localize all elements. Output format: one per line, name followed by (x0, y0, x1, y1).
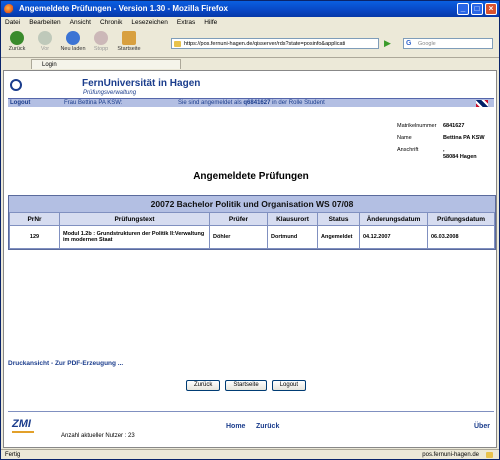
english-flag-icon[interactable] (476, 100, 488, 107)
zmi-logo: ZMI (12, 418, 31, 430)
user-name: Frau Bettina PA KSW: (64, 100, 123, 106)
table-row: 129 Modul 1.2b : Grundstrukturen der Pol… (9, 225, 495, 249)
browser-window: Angemeldete Prüfungen - Version 1.30 - M… (0, 0, 500, 460)
search-input[interactable]: G Google (403, 38, 493, 49)
close-button[interactable]: × (485, 3, 497, 15)
lock-icon (174, 41, 181, 47)
footer-divider (8, 411, 494, 412)
page-title: Angemeldete Prüfungen (193, 171, 309, 182)
footer-back-link[interactable]: Zurück (256, 423, 279, 430)
forward-arrow-icon (38, 31, 52, 45)
menu-ansicht[interactable]: Ansicht (70, 17, 91, 28)
status-text: Fertig (5, 452, 21, 458)
status-bar: Fertig pos.fernuni-hagen.de (1, 449, 499, 460)
cell-status: Angemeldet (317, 225, 360, 249)
col-klausurort: Klausurort (267, 212, 318, 226)
address-bar[interactable]: https://pos.fernuni-hagen.de/qisserver/r… (171, 38, 379, 49)
col-aenderungsdatum: Änderungsdatum (359, 212, 428, 226)
menu-lesezeichen[interactable]: Lesezeichen (131, 17, 168, 28)
home-button[interactable]: Startseite (116, 29, 142, 52)
user-bar: Logout Frau Bettina PA KSW: Sie sind ang… (8, 98, 494, 107)
menu-chronik[interactable]: Chronik (100, 17, 122, 28)
menu-bearbeiten[interactable]: Bearbeiten (29, 17, 60, 28)
home-icon (122, 31, 136, 45)
cell-prnr: 129 (9, 225, 60, 249)
cell-klausurort: Dortmund (267, 225, 318, 249)
maximize-button[interactable]: □ (471, 3, 483, 15)
button-row: Zurück Startseite Logout (186, 380, 307, 391)
window-title: Angemeldete Prüfungen - Version 1.30 - M… (19, 4, 228, 13)
cell-pruefer: Döhler (209, 225, 268, 249)
cell-pruefungsdatum: 06.03.2008 (427, 225, 495, 249)
menu-extras[interactable]: Extras (177, 17, 195, 28)
cell-aenderungsdatum: 04.12.2007 (359, 225, 428, 249)
forward-button[interactable]: Vor (32, 29, 58, 52)
zmi-logo-underline (12, 431, 34, 433)
page-content: FernUniversität in Hagen Prüfungsverwalt… (3, 70, 497, 448)
col-status: Status (317, 212, 360, 226)
google-icon: G (406, 40, 412, 47)
stop-icon (94, 31, 108, 45)
col-pruefungsdatum: Prüfungsdatum (427, 212, 495, 226)
site-title: FernUniversität in Hagen (82, 78, 201, 89)
student-info: Matrikelnummer 6841627 Name Bettina PA KSW… (397, 123, 485, 160)
exam-table: 20072 Bachelor Politik und Organisation … (8, 195, 496, 250)
table-caption: 20072 Bachelor Politik und Organisation … (9, 196, 495, 212)
print-view-link[interactable]: Druckansicht - Zur PDF-Erzeugung ... (8, 360, 123, 367)
col-pruefungstext: Prüfungstext (59, 212, 210, 226)
secure-lock-icon (486, 452, 493, 458)
reload-button[interactable]: Neu laden (60, 29, 86, 52)
cell-pruefungstext: Modul 1.2b : Grundstrukturen der Politik… (59, 225, 210, 249)
status-host: pos.fernuni-hagen.de (422, 452, 479, 458)
footer-home-link[interactable]: Home (226, 423, 245, 430)
stop-button[interactable]: Stopp (88, 29, 114, 52)
menu-bar: Datei Bearbeiten Ansicht Chronik Lesezei… (1, 17, 499, 28)
back-page-button[interactable]: Zurück (186, 380, 221, 391)
fernuni-logo-icon (10, 79, 22, 91)
logout-button[interactable]: Logout (271, 380, 307, 391)
startpage-button[interactable]: Startseite (225, 380, 267, 391)
col-pruefer: Prüfer (209, 212, 268, 226)
tab-login[interactable]: Login (31, 59, 181, 69)
menu-datei[interactable]: Datei (5, 17, 20, 28)
reload-icon (66, 31, 80, 45)
tab-bar: Login (1, 57, 499, 69)
back-arrow-icon (10, 31, 24, 45)
title-bar: Angemeldete Prüfungen - Version 1.30 - M… (1, 1, 499, 17)
col-prnr: PrNr (9, 212, 60, 226)
back-button[interactable]: Zurück (4, 29, 30, 52)
logout-link[interactable]: Logout (10, 99, 30, 107)
user-count: Anzahl aktueller Nutzer : 23 (61, 433, 135, 439)
site-subtitle: Prüfungsverwaltung (83, 90, 137, 96)
minimize-button[interactable]: _ (457, 3, 469, 15)
go-icon[interactable]: ▶ (384, 38, 394, 49)
footer-about-link[interactable]: Über (474, 423, 490, 430)
firefox-icon (4, 4, 14, 14)
login-status: Sie sind angemeldet als q6841627 in der … (178, 100, 325, 106)
menu-hilfe[interactable]: Hilfe (204, 17, 217, 28)
